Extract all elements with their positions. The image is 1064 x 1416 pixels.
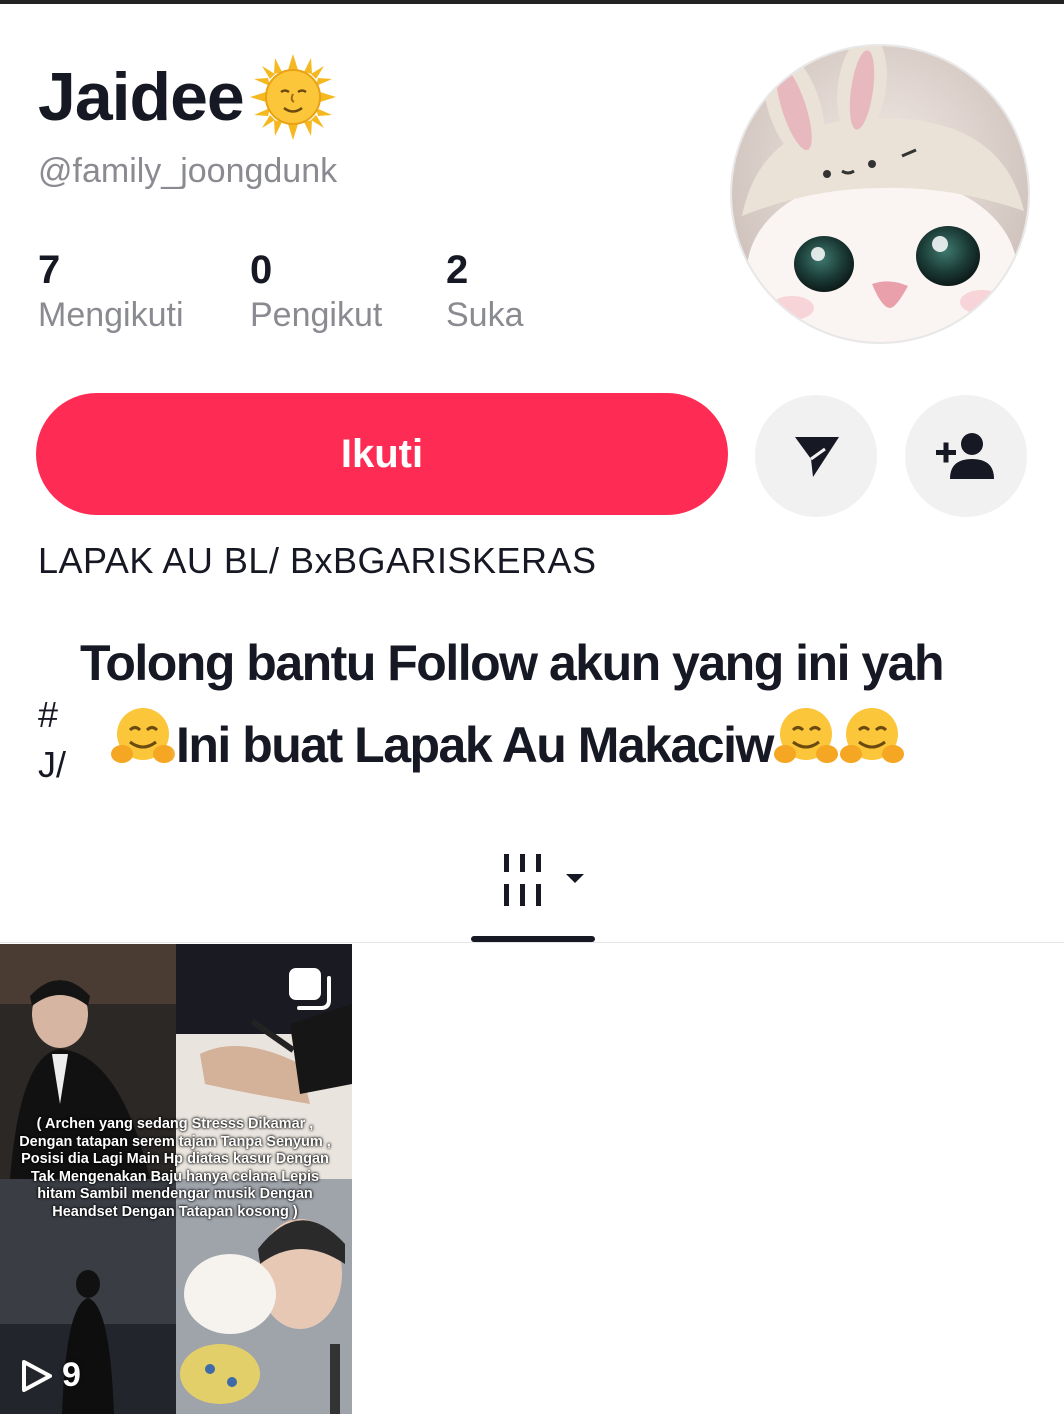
suggest-accounts-button[interactable] bbox=[905, 395, 1027, 517]
add-person-icon bbox=[936, 433, 994, 479]
hugging-face-icon bbox=[839, 708, 904, 763]
avatar-cat-image bbox=[732, 46, 1028, 342]
tab-videos[interactable] bbox=[500, 850, 592, 915]
following-count: 7 bbox=[38, 248, 61, 292]
videos-grid-icon bbox=[504, 854, 584, 906]
following-label: Mengikuti bbox=[38, 296, 184, 334]
message-button[interactable] bbox=[755, 395, 877, 517]
send-icon bbox=[795, 437, 839, 477]
play-icon bbox=[22, 1359, 52, 1392]
stat-likes[interactable]: 2 Suka bbox=[446, 248, 524, 335]
view-count-value: 9 bbox=[62, 1356, 81, 1394]
username-handle: @family_joongdunk bbox=[38, 152, 338, 190]
overlay-caption: Tolong bantu Follow akun yang ini yah In… bbox=[80, 622, 1020, 786]
bio-hashtag-partial: # bbox=[38, 694, 59, 735]
stat-followers[interactable]: 0 Pengikut bbox=[250, 248, 446, 335]
followers-label: Pengikut bbox=[250, 296, 383, 334]
tab-divider bbox=[0, 942, 1064, 943]
multi-photo-icon bbox=[289, 968, 331, 1010]
video-caption: ( Archen yang sedang Stresss Dikamar , D… bbox=[19, 1116, 331, 1220]
top-edge bbox=[0, 0, 1064, 4]
stat-following[interactable]: 7 Mengikuti bbox=[38, 248, 250, 335]
hugging-face-icon bbox=[111, 708, 175, 763]
hugging-face-icon bbox=[773, 708, 838, 763]
overlay-line-2-row: Ini buat Lapak Au Makaciw bbox=[110, 704, 1020, 786]
bio-partial-text: J/ bbox=[38, 744, 67, 785]
followers-count: 0 bbox=[250, 248, 273, 292]
display-name: Jaidee bbox=[38, 59, 245, 135]
overlay-line-2-text: Ini buat Lapak Au Makaciw bbox=[176, 717, 774, 773]
follow-button[interactable]: Ikuti bbox=[36, 393, 728, 515]
view-count: 9 bbox=[18, 1356, 81, 1395]
likes-count: 2 bbox=[446, 248, 469, 292]
likes-label: Suka bbox=[446, 296, 524, 334]
profile-stats: 7 Mengikuti 0 Pengikut 2 Suka bbox=[38, 248, 524, 335]
avatar[interactable] bbox=[730, 44, 1030, 344]
overlay-line-1: Tolong bantu Follow akun yang ini yah bbox=[80, 635, 945, 691]
sun-with-face-icon bbox=[249, 54, 336, 140]
chevron-down-icon bbox=[566, 874, 584, 883]
video-thumbnail[interactable]: ( Archen yang sedang Stresss Dikamar , D… bbox=[0, 944, 352, 1414]
profile-name-row: Jaidee bbox=[38, 52, 338, 142]
bio-line: LAPAK AU BL/ BxBGARISKERAS bbox=[38, 540, 597, 581]
